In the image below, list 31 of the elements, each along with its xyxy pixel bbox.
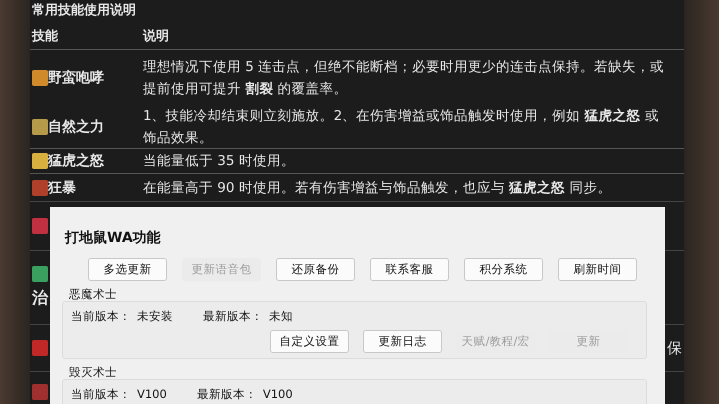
group-title: 恶魔术士 (69, 287, 118, 301)
current-version-value: V100 (137, 386, 167, 402)
skill-name: 自然之力 (48, 118, 104, 136)
toolbar-button[interactable]: 多选更新 (88, 258, 167, 281)
skill-name: 狂暴 (48, 178, 76, 196)
latest-version-label: 最新版本： (196, 386, 257, 402)
skill-description: 在能量高于 90 时使用。若有伤害增益与饰品触发，也应与 猛虎之怒 同步。 (143, 178, 612, 198)
column-header: 说明 (143, 28, 170, 44)
latest-version-value: V100 (262, 386, 293, 402)
skill-description: 当能量低于 35 时使用。 (143, 152, 296, 171)
toolbar-button[interactable]: 还原备份 (276, 258, 355, 281)
toolbar-button[interactable]: 积分系统 (464, 258, 543, 281)
group-title: 毁灭术士 (69, 365, 118, 379)
skill-name: 野蛮咆哮 (48, 68, 104, 86)
current-version-value: 未安装 (137, 308, 173, 324)
column-header: 技能 (30, 28, 59, 44)
skill-description: 保 (667, 338, 683, 358)
toolbar-button[interactable]: 刷新时间 (558, 258, 637, 281)
action-button[interactable]: 更新日志 (363, 330, 442, 353)
action-button[interactable]: 自定义设置 (270, 330, 349, 353)
dialog-title: 打地鼠WA功能 (65, 229, 162, 247)
skill-description: 理想情况下使用 5 连击点，但绝不能断档；必要时用更少的连击点保持。若缺失，或提前使用可提升 割裂 的覆盖率。 (143, 58, 666, 98)
skill-name: 治 (32, 288, 48, 309)
current-version-label: 当前版本： (71, 308, 131, 324)
current-version-label: 当前版本： (71, 386, 131, 402)
toolbar-button[interactable]: 联系客服 (370, 258, 449, 281)
skill-description: 1、技能冷却结束则立刻施放。2、在伤害增益或饰品触发时使用，例如 猛虎之怒 或饰品效果。 (143, 106, 660, 148)
section-title: 常用技能使用说明 (31, 2, 137, 20)
latest-version-value: 未知 (269, 308, 293, 324)
skill-name: 猛虎之怒 (48, 152, 104, 170)
latest-version-label: 最新版本： (203, 308, 263, 324)
